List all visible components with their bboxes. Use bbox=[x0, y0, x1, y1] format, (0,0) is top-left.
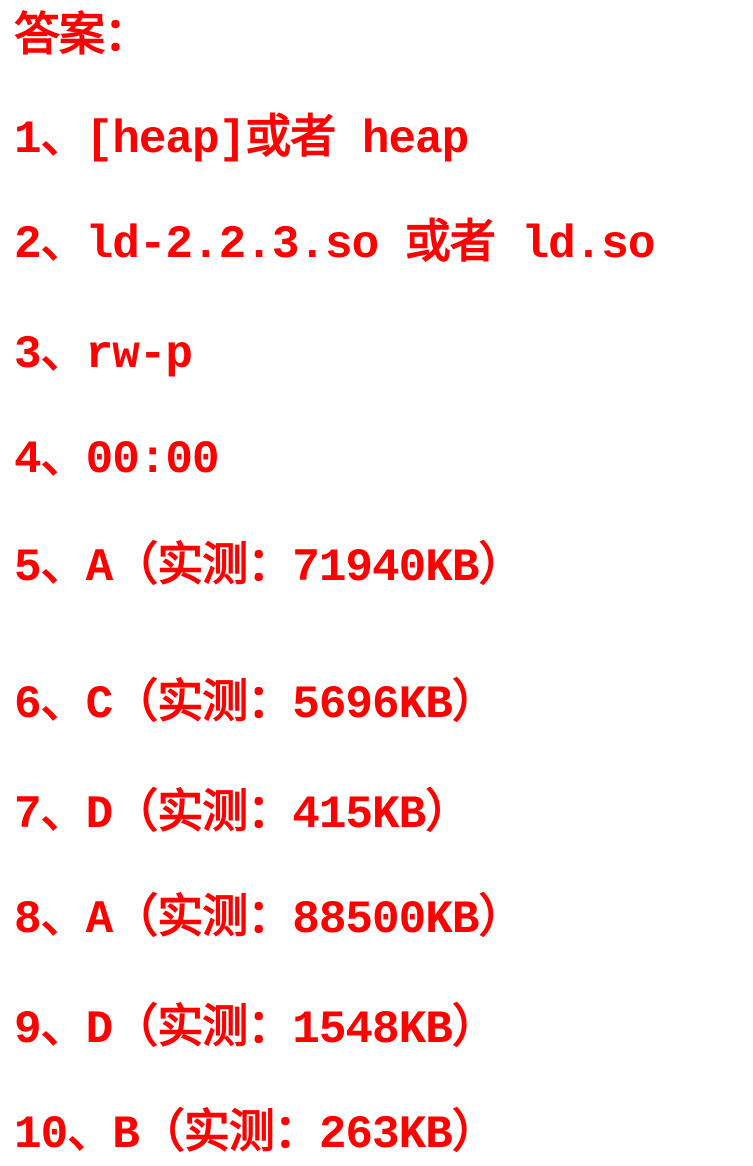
answers-heading: 答案： bbox=[14, 12, 150, 64]
answer-6: 6、C（实测：5696KB） bbox=[14, 679, 498, 731]
answer-10: 10、B（实测：263KB） bbox=[14, 1109, 498, 1161]
answer-7: 7、D（实测：415KB） bbox=[14, 789, 471, 841]
answer-2: 2、ld-2.2.3.so 或者 ld.so bbox=[14, 219, 655, 271]
answer-3: 3、rw-p bbox=[14, 329, 193, 381]
answer-1: 1、[heap]或者 heap bbox=[14, 114, 469, 166]
answer-5: 5、A（实测：71940KB） bbox=[14, 542, 524, 594]
answer-8: 8、A（实测：88500KB） bbox=[14, 894, 524, 946]
answer-4: 4、00:00 bbox=[14, 434, 220, 486]
answer-9: 9、D（实测：1548KB） bbox=[14, 1004, 498, 1056]
